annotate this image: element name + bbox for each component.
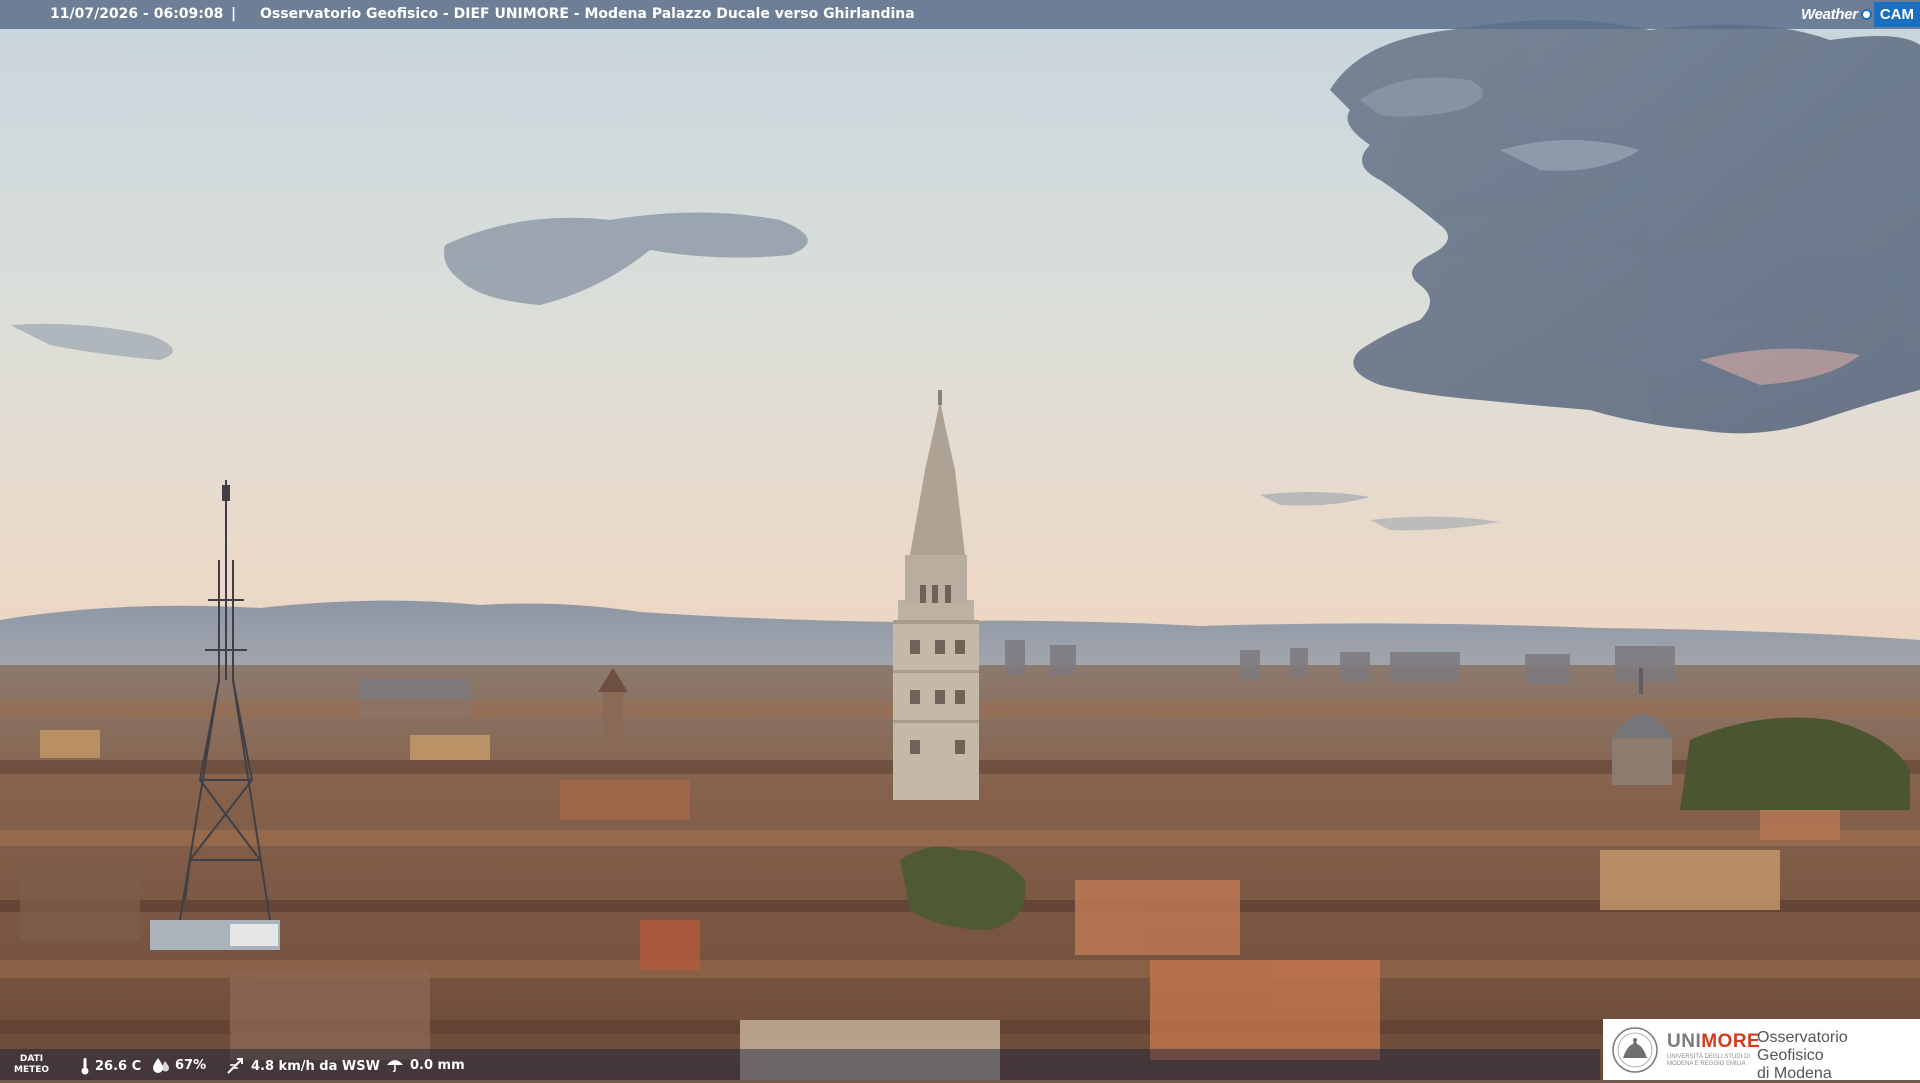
webcam-scene bbox=[0, 0, 1920, 1080]
uni-suffix: MORE bbox=[1701, 1031, 1761, 1052]
humidity-drop-icon bbox=[153, 1058, 169, 1073]
logo-dot-icon bbox=[1860, 9, 1872, 20]
camera-title: Osservatorio Geofisico - DIEF UNIMORE - … bbox=[260, 6, 915, 22]
humidity-reading: 67% bbox=[152, 1057, 206, 1073]
rain-value: 0.0 mm bbox=[410, 1057, 465, 1073]
header-separator: | bbox=[231, 6, 237, 22]
humidity-value: 67% bbox=[175, 1057, 207, 1073]
weather-bar: DATI METEO 26.6 C 67% 4.8 km/h da WSW 0.… bbox=[0, 1049, 1600, 1080]
logo-cam-text: CAM bbox=[1873, 2, 1920, 27]
wind-icon bbox=[227, 1058, 243, 1074]
uni-prefix: UNI bbox=[1667, 1031, 1702, 1052]
university-seal-icon bbox=[1612, 1027, 1658, 1073]
wind-reading: 4.8 km/h da WSW bbox=[226, 1057, 380, 1075]
timestamp: 11/07/2026 - 06:09:08 bbox=[50, 6, 224, 22]
temperature-reading: 26.6 C bbox=[80, 1057, 141, 1075]
weathercam-logo: Weather CAM bbox=[1795, 0, 1920, 29]
observatory-name: Osservatorio Geofisico di Modena bbox=[1757, 1029, 1848, 1082]
temperature-value: 26.6 C bbox=[95, 1058, 142, 1074]
header-bar: 11/07/2026 - 06:09:08 | Osservatorio Geo… bbox=[0, 0, 1920, 29]
rain-icon bbox=[387, 1060, 403, 1073]
wind-value: 4.8 km/h da WSW bbox=[251, 1058, 380, 1074]
rain-reading: 0.0 mm bbox=[385, 1057, 465, 1073]
thermometer-icon bbox=[81, 1058, 89, 1075]
logo-weather-text: Weather bbox=[1801, 6, 1858, 23]
weather-data-label: DATI METEO bbox=[14, 1054, 50, 1075]
